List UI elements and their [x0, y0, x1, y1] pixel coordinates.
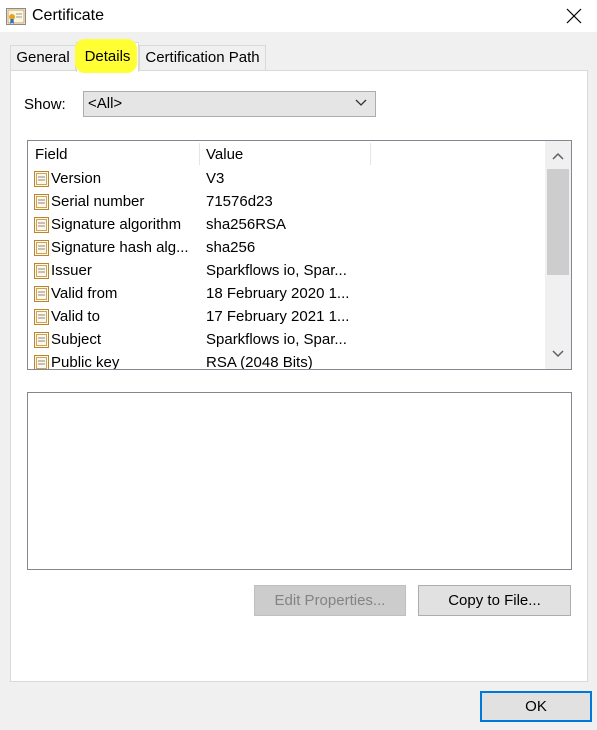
field-name: Signature algorithm [51, 216, 182, 233]
ok-button[interactable]: OK [480, 691, 592, 722]
show-dropdown[interactable]: <All> [83, 91, 376, 117]
field-value: 71576d23 [206, 193, 273, 210]
list-item[interactable]: Version V3 [28, 168, 545, 191]
close-icon [566, 8, 582, 24]
scroll-down-button[interactable] [545, 341, 571, 367]
list-item[interactable]: Subject Sparkflows io, Spar... [28, 329, 545, 352]
tab-details[interactable]: Details [75, 39, 139, 73]
field-icon [34, 309, 49, 325]
field-name: Valid from [51, 285, 118, 302]
list-item[interactable]: Serial number 71576d23 [28, 191, 545, 214]
field-icon [34, 355, 49, 369]
edit-properties-button: Edit Properties... [254, 585, 406, 616]
list-item[interactable]: Signature algorithm sha256RSA [28, 214, 545, 237]
field-value: sha256RSA [206, 216, 287, 233]
field-name: Issuer [51, 262, 92, 279]
certificate-icon [6, 8, 26, 25]
show-dropdown-value: <All> [88, 95, 123, 112]
show-label: Show: [24, 96, 66, 113]
field-icon [34, 171, 49, 187]
list-item[interactable]: Valid to 17 February 2021 1... [28, 306, 545, 329]
field-name: Valid to [51, 308, 100, 325]
list-item[interactable]: Public key RSA (2048 Bits) [28, 352, 545, 370]
tab-general[interactable]: General [10, 45, 76, 70]
fields-list[interactable]: Field Value Version V3 Serial number 715… [27, 140, 572, 370]
tab-details-label: Details [84, 48, 131, 65]
field-value: Sparkflows io, Spar... [206, 331, 347, 348]
chevron-down-icon [552, 350, 564, 358]
list-item[interactable]: Valid from 18 February 2020 1... [28, 283, 545, 306]
column-divider[interactable] [370, 143, 371, 165]
field-icon [34, 217, 49, 233]
title-bar: Certificate [0, 0, 597, 32]
field-icon [34, 263, 49, 279]
column-header-value[interactable]: Value [206, 146, 243, 163]
vertical-scrollbar[interactable] [545, 141, 571, 369]
field-name: Serial number [51, 193, 145, 210]
field-name: Subject [51, 331, 102, 348]
field-value: RSA (2048 Bits) [206, 354, 313, 370]
chevron-up-icon [552, 152, 564, 160]
chevron-down-icon [355, 99, 367, 106]
column-header-field[interactable]: Field [35, 146, 68, 163]
field-icon [34, 194, 49, 210]
scroll-up-button[interactable] [545, 143, 571, 169]
list-item[interactable]: Signature hash alg... sha256 [28, 237, 545, 260]
list-item[interactable]: Issuer Sparkflows io, Spar... [28, 260, 545, 283]
field-name: Version [51, 170, 102, 187]
field-name: Signature hash alg... [51, 239, 189, 256]
field-name: Public key [51, 354, 120, 370]
field-value: V3 [206, 170, 225, 187]
scroll-thumb[interactable] [547, 169, 569, 275]
copy-to-file-button[interactable]: Copy to File... [418, 585, 571, 616]
field-detail-textbox[interactable] [27, 392, 572, 570]
field-value: sha256 [206, 239, 256, 256]
field-value: 18 February 2020 1... [206, 285, 350, 302]
certificate-dialog: Certificate General Details Certificatio… [0, 0, 597, 730]
field-icon [34, 240, 49, 256]
field-value: Sparkflows io, Spar... [206, 262, 347, 279]
window-title: Certificate [32, 7, 105, 24]
field-icon [34, 332, 49, 348]
tab-certification-path[interactable]: Certification Path [139, 45, 266, 70]
field-value: 17 February 2021 1... [206, 308, 350, 325]
close-button[interactable] [551, 0, 597, 32]
column-divider[interactable] [199, 143, 200, 165]
field-icon [34, 286, 49, 302]
list-header: Field Value [28, 141, 545, 168]
